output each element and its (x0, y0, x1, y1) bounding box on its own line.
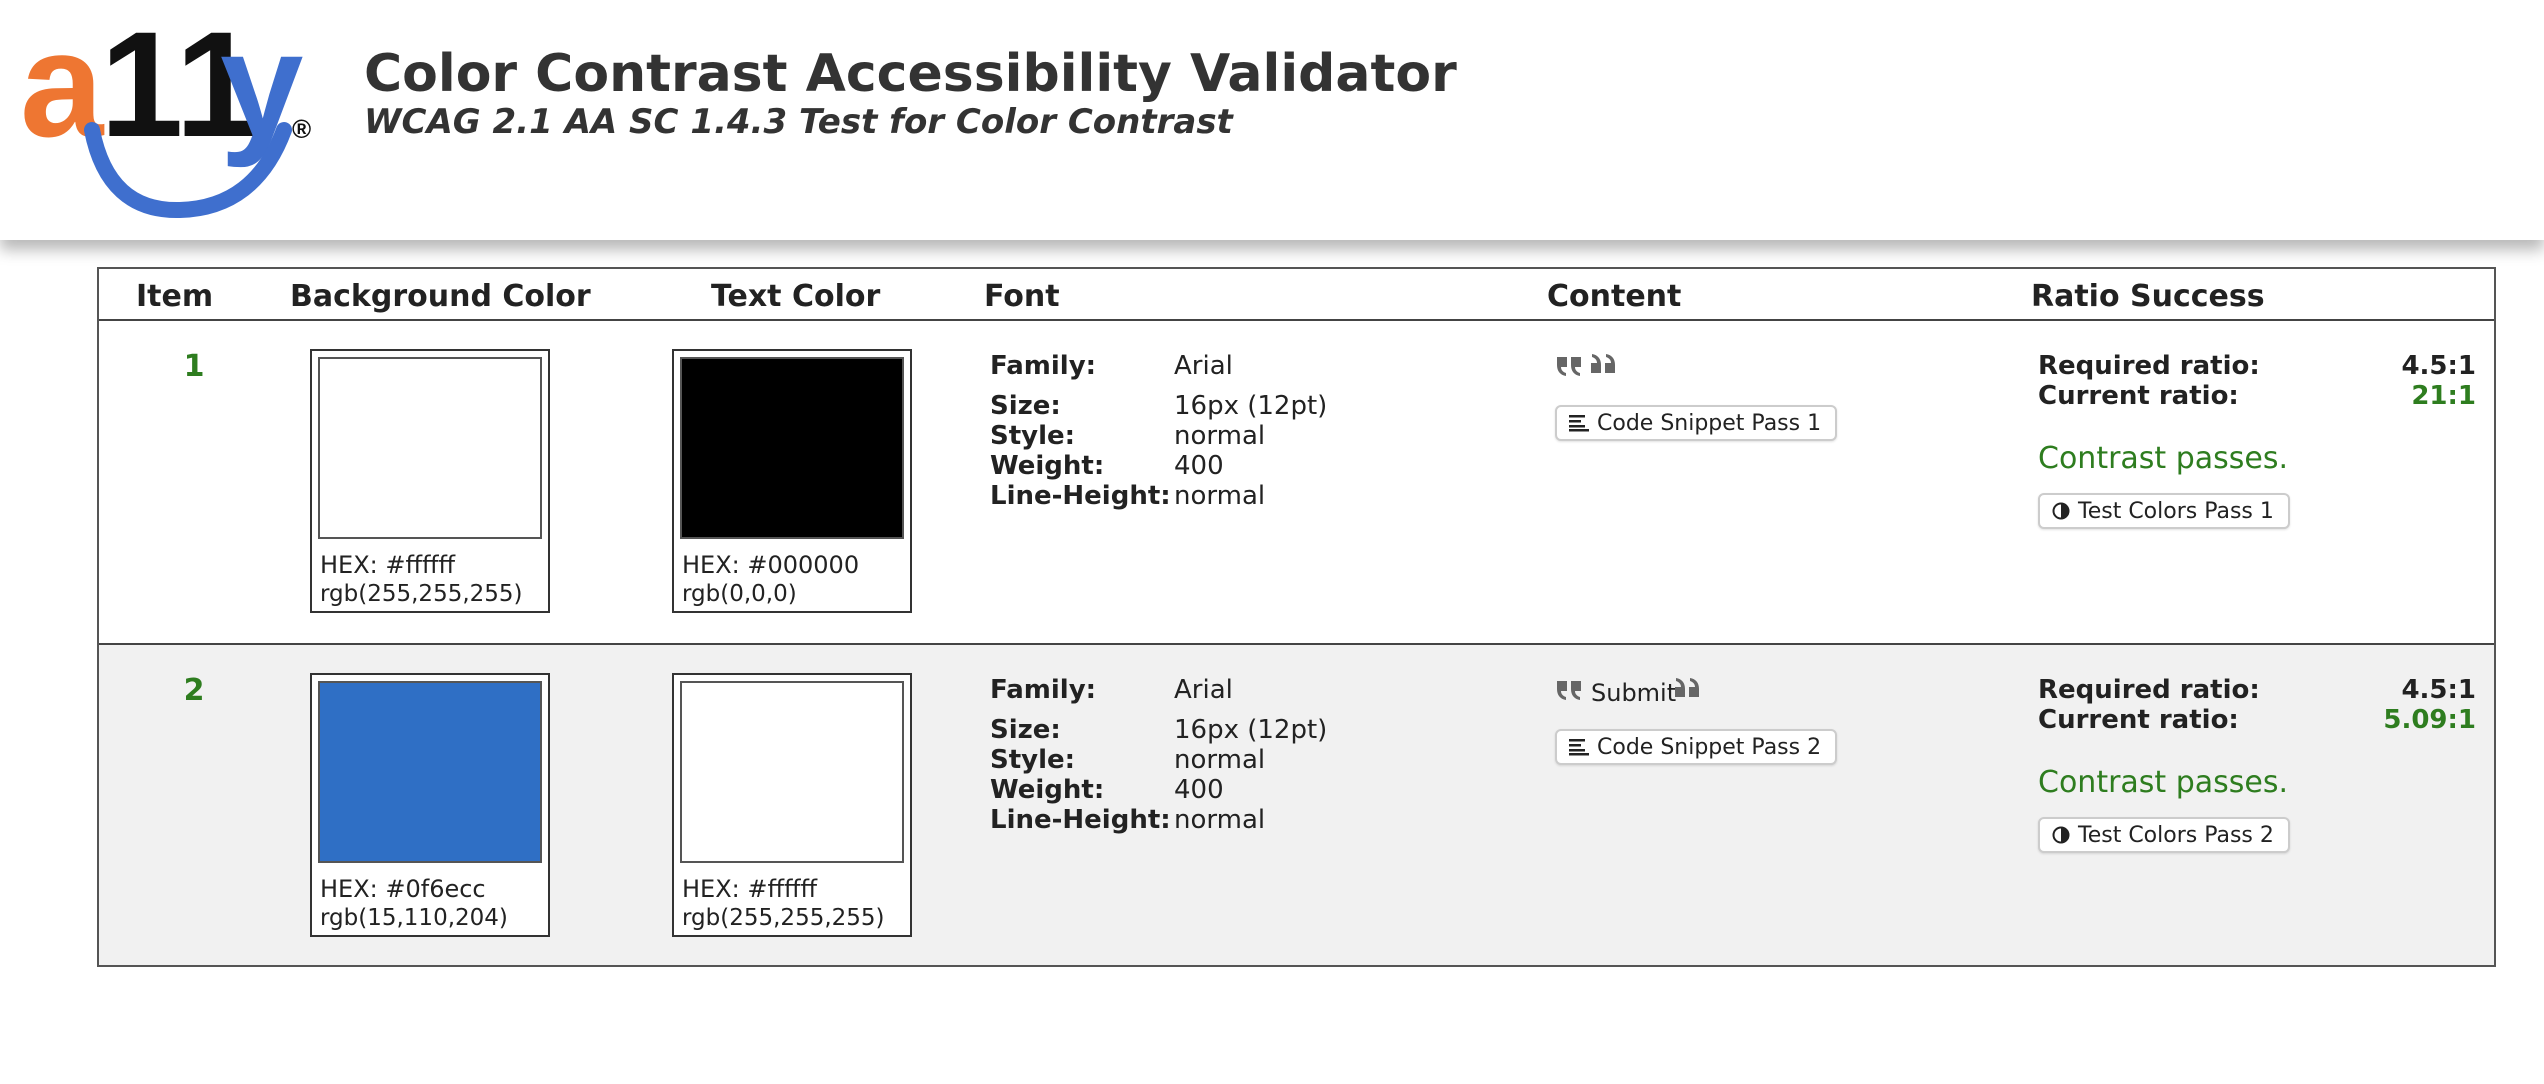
text-rgb: rgb(255,255,255) (682, 905, 885, 931)
background-color-card: HEX: #0f6ecc rgb(15,110,204) (310, 673, 550, 937)
font-style-value: normal (1174, 745, 1266, 775)
results-table: Item Background Color Text Color Font Co… (97, 267, 2496, 967)
text-color-card: HEX: #000000 rgb(0,0,0) (672, 349, 912, 613)
table-header: Item Background Color Text Color Font Co… (99, 269, 2494, 321)
font-size-value: 16px (12pt) (1174, 715, 1328, 745)
current-ratio-value: 5.09:1 (2383, 705, 2476, 735)
header-text-color: Text Color (711, 279, 881, 314)
table-row: 1 HEX: #ffffff rgb(255,255,255) HEX: #00… (99, 321, 2494, 645)
font-style-label: Style: (990, 745, 1076, 775)
current-ratio-value: 21:1 (2411, 381, 2476, 411)
close-quote-icon (1675, 678, 1699, 697)
content-sample-text: Submit (1591, 679, 1677, 707)
svg-text:®: ® (292, 114, 311, 144)
text-swatch (680, 681, 904, 863)
test-colors-button[interactable]: Test Colors Pass 2 (2038, 817, 2290, 853)
font-size-label: Size: (990, 391, 1061, 421)
page-subtitle: WCAG 2.1 AA SC 1.4.3 Test for Color Cont… (364, 102, 1233, 142)
font-weight-label: Weight: (990, 451, 1105, 481)
contrast-icon (2052, 502, 2070, 520)
code-snippet-button-label: Code Snippet Pass 1 (1597, 410, 1822, 436)
text-hex: HEX: #ffffff (682, 875, 818, 903)
required-ratio-value: 4.5:1 (2401, 675, 2476, 705)
header-item: Item (136, 279, 214, 314)
test-colors-button-label: Test Colors Pass 1 (2078, 498, 2274, 524)
page-header: a 11 y ® Color Contrast Accessibility Va… (0, 0, 2544, 240)
header-ratio-success: Ratio Success (2031, 279, 2265, 314)
table-row: 2 HEX: #0f6ecc rgb(15,110,204) HEX: #fff… (99, 645, 2494, 965)
test-colors-button[interactable]: Test Colors Pass 1 (2038, 493, 2290, 529)
font-style-label: Style: (990, 421, 1076, 451)
contrast-status: Contrast passes. (2038, 765, 2289, 800)
background-rgb: rgb(255,255,255) (320, 581, 523, 607)
background-swatch (318, 357, 542, 539)
contrast-status: Contrast passes. (2038, 441, 2289, 476)
text-hex: HEX: #000000 (682, 551, 860, 579)
svg-text:y: y (220, 20, 303, 168)
test-colors-button-label: Test Colors Pass 2 (2078, 822, 2274, 848)
code-snippet-button-label: Code Snippet Pass 2 (1597, 734, 1822, 760)
font-size-label: Size: (990, 715, 1061, 745)
line-height-label: Line-Height: (990, 805, 1171, 835)
required-ratio-label: Required ratio: (2038, 675, 2260, 705)
header-background-color: Background Color (290, 279, 591, 314)
item-number: 2 (183, 673, 205, 708)
font-family-label: Family: (990, 351, 1097, 381)
page-title: Color Contrast Accessibility Validator (364, 44, 1457, 104)
line-height-value: normal (1174, 805, 1266, 835)
code-snippet-button[interactable]: Code Snippet Pass 2 (1555, 729, 1838, 765)
required-ratio-label: Required ratio: (2038, 351, 2260, 381)
font-style-value: normal (1174, 421, 1266, 451)
lines-icon (1569, 415, 1589, 432)
required-ratio-value: 4.5:1 (2401, 351, 2476, 381)
font-family-value: Arial (1174, 675, 1233, 705)
background-hex: HEX: #ffffff (320, 551, 456, 579)
font-family-label: Family: (990, 675, 1097, 705)
current-ratio-label: Current ratio: (2038, 381, 2239, 411)
background-swatch (318, 681, 542, 863)
text-rgb: rgb(0,0,0) (682, 581, 797, 607)
header-font: Font (984, 279, 1060, 314)
current-ratio-label: Current ratio: (2038, 705, 2239, 735)
a11y-logo: a 11 y ® (20, 20, 311, 219)
background-color-card: HEX: #ffffff rgb(255,255,255) (310, 349, 550, 613)
text-color-card: HEX: #ffffff rgb(255,255,255) (672, 673, 912, 937)
item-number: 1 (183, 349, 205, 384)
open-quote-icon (1557, 681, 1581, 700)
open-quote-icon (1557, 357, 1581, 376)
code-snippet-button[interactable]: Code Snippet Pass 1 (1555, 405, 1838, 441)
line-height-value: normal (1174, 481, 1266, 511)
font-weight-value: 400 (1174, 775, 1224, 805)
background-rgb: rgb(15,110,204) (320, 905, 508, 931)
text-swatch (680, 357, 904, 539)
font-size-value: 16px (12pt) (1174, 391, 1328, 421)
contrast-icon (2052, 826, 2070, 844)
lines-icon (1569, 739, 1589, 756)
line-height-label: Line-Height: (990, 481, 1171, 511)
close-quote-icon (1591, 354, 1615, 373)
font-family-value: Arial (1174, 351, 1233, 381)
background-hex: HEX: #0f6ecc (320, 875, 486, 903)
header-content: Content (1547, 279, 1682, 314)
font-weight-value: 400 (1174, 451, 1224, 481)
font-weight-label: Weight: (990, 775, 1105, 805)
